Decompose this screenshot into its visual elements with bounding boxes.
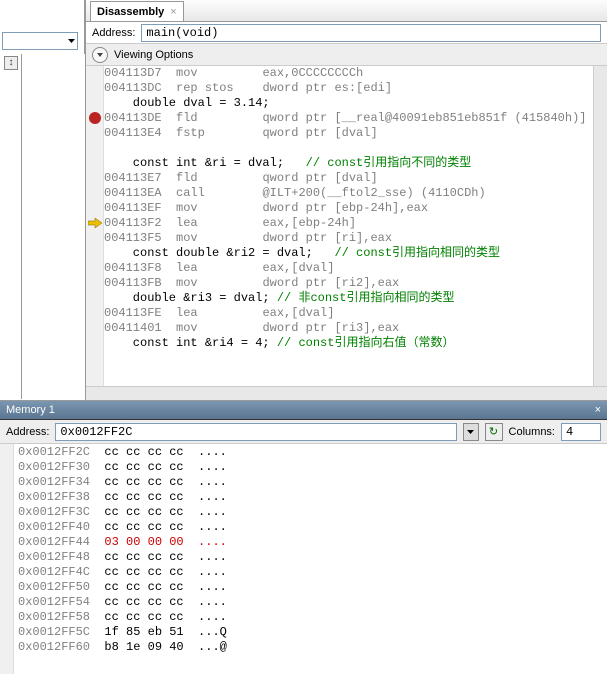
- tab-strip: Disassembly ×: [86, 0, 607, 22]
- address-label: Address:: [6, 426, 49, 438]
- left-gutter: [0, 54, 22, 399]
- code-gutter: [86, 66, 104, 396]
- horizontal-scrollbar[interactable]: [86, 386, 607, 400]
- disassembly-panel: Disassembly × Address: Viewing Options 0…: [85, 0, 607, 400]
- columns-input[interactable]: [561, 423, 601, 441]
- viewing-options-bar[interactable]: Viewing Options: [86, 44, 607, 66]
- memory-gutter: [0, 444, 14, 674]
- address-label: Address:: [92, 27, 135, 39]
- dropdown-unknown[interactable]: [2, 32, 78, 50]
- current-line-arrow-icon: [88, 218, 102, 228]
- collapse-button[interactable]: [92, 47, 108, 63]
- close-icon[interactable]: ×: [595, 404, 601, 416]
- memory-panel: Memory 1 × Address: ↻ Columns: 0x0012FF2…: [0, 400, 607, 675]
- code-area[interactable]: 004113D7 mov eax,0CCCCCCCCh 004113DC rep…: [86, 66, 607, 396]
- viewing-options-label: Viewing Options: [114, 49, 193, 61]
- tab-disassembly[interactable]: Disassembly ×: [90, 1, 184, 21]
- vertical-scrollbar[interactable]: [593, 66, 607, 396]
- memory-title-bar[interactable]: Memory 1 ×: [0, 400, 607, 420]
- memory-body[interactable]: 0x0012FF2C cc cc cc cc .... 0x0012FF30 c…: [0, 444, 607, 674]
- chevron-down-icon: [467, 430, 474, 434]
- chevron-down-icon: [97, 53, 103, 57]
- left-panel-sliver: [0, 0, 85, 54]
- memory-lines: 0x0012FF2C cc cc cc cc .... 0x0012FF30 c…: [18, 445, 227, 655]
- panel-title: Memory 1: [6, 404, 55, 416]
- expand-button[interactable]: ↕: [4, 56, 18, 70]
- close-icon[interactable]: ×: [170, 6, 176, 18]
- address-bar: Address:: [86, 22, 607, 44]
- refresh-button[interactable]: ↻: [485, 423, 503, 441]
- tab-label: Disassembly: [97, 6, 164, 18]
- columns-label: Columns:: [509, 426, 555, 438]
- memory-toolbar: Address: ↻ Columns:: [0, 420, 607, 444]
- memory-address-input[interactable]: [55, 423, 456, 441]
- chevron-down-icon: [68, 39, 75, 43]
- code-lines: 004113D7 mov eax,0CCCCCCCCh 004113DC rep…: [104, 66, 593, 351]
- dropdown-button[interactable]: [463, 423, 479, 441]
- breakpoint-icon[interactable]: [89, 112, 101, 124]
- address-input[interactable]: [141, 24, 601, 42]
- refresh-icon: ↻: [489, 425, 498, 438]
